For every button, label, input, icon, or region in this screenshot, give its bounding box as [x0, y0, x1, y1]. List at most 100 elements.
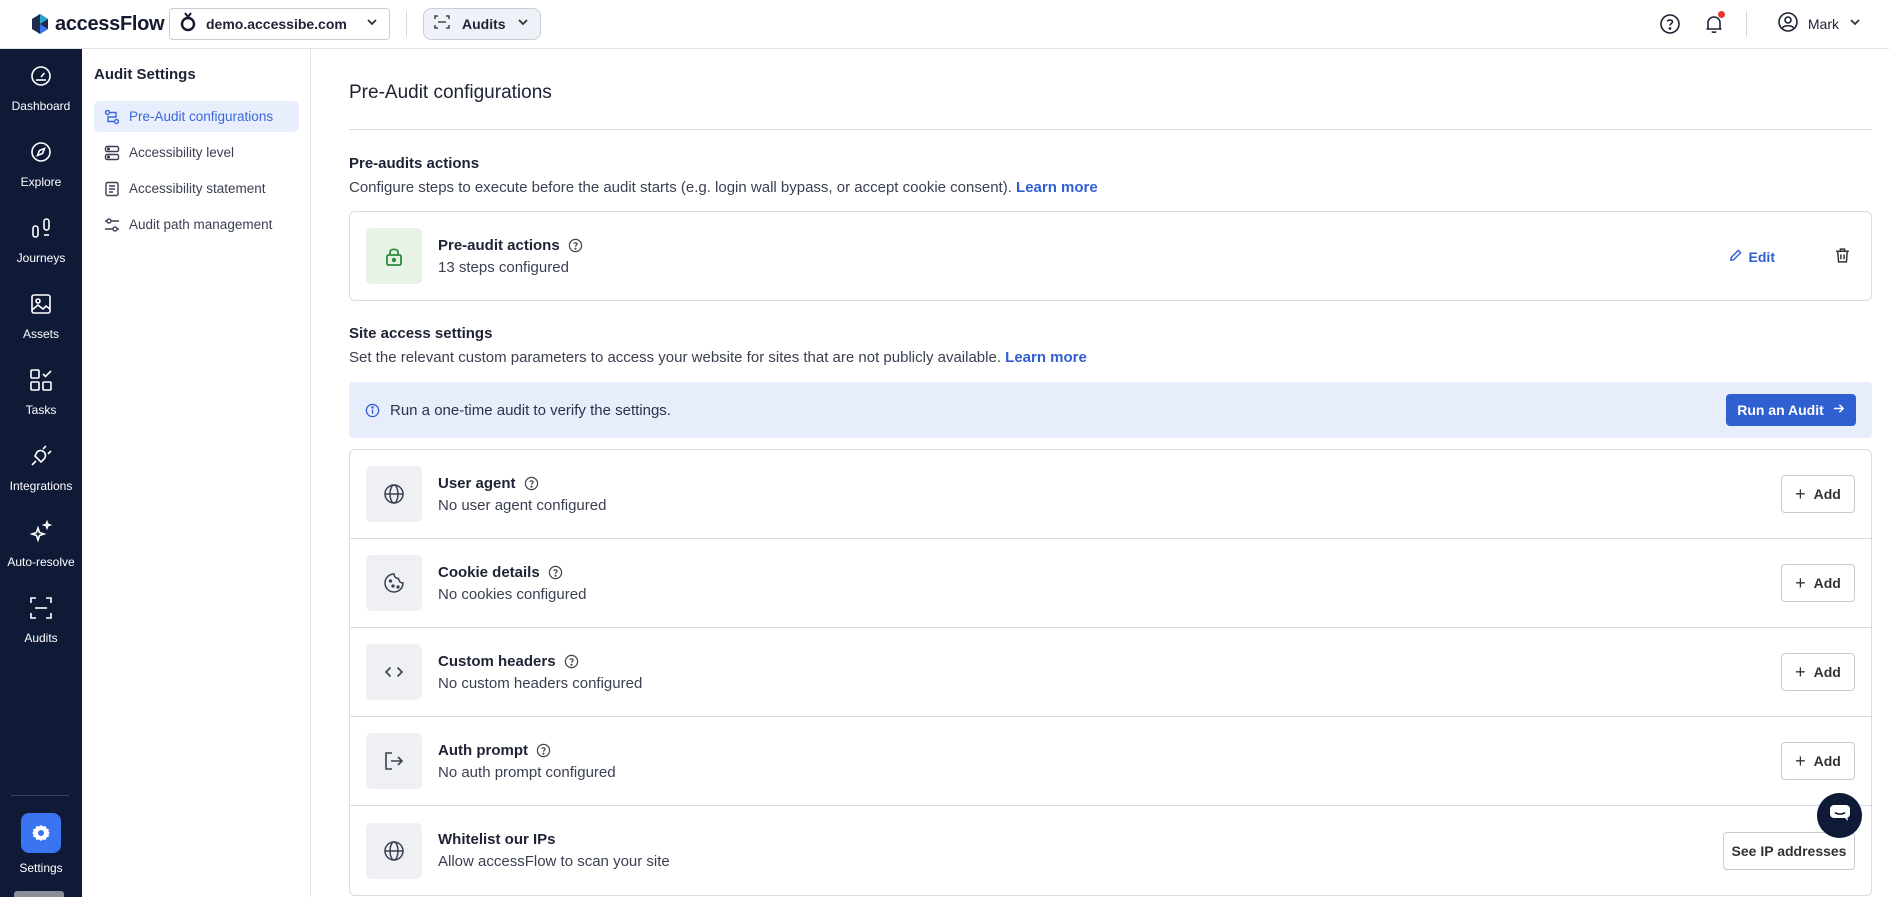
plus-icon: +: [1795, 573, 1806, 593]
row-title-text: Custom headers: [438, 652, 556, 670]
settings-submenu: Audit Settings Pre-Audit configurations …: [82, 49, 311, 897]
submenu-item-audit-path-management[interactable]: Audit path management: [94, 209, 299, 240]
nav-item-settings[interactable]: Settings: [0, 813, 82, 875]
row-title: Auth prompt: [438, 742, 616, 759]
add-label: Add: [1813, 486, 1841, 502]
primary-nav: Dashboard Explore Journeys Assets Tasks …: [0, 49, 82, 897]
brand-logo[interactable]: accessFlow: [30, 13, 165, 36]
nav-item-integrations[interactable]: Integrations: [0, 443, 82, 493]
learn-more-link[interactable]: Learn more: [1005, 349, 1087, 366]
row-title-text: Cookie details: [438, 563, 540, 581]
plug-icon: [0, 443, 82, 469]
help-icon[interactable]: [568, 238, 583, 253]
flow-icon: [104, 109, 120, 125]
pre-audit-actions-row: Pre-audit actions 13 steps configured Ed…: [350, 212, 1871, 300]
add-label: Add: [1813, 753, 1841, 769]
user-menu[interactable]: Mark: [1777, 11, 1862, 38]
scrollbar-thumb[interactable]: [14, 891, 64, 897]
edit-button[interactable]: Edit: [1728, 248, 1775, 266]
chat-button[interactable]: [1817, 793, 1862, 838]
top-bar: accessFlow demo.accessibe.com Audits Mar…: [0, 0, 1889, 49]
help-icon[interactable]: [564, 654, 579, 669]
submenu-item-accessibility-statement[interactable]: Accessibility statement: [94, 173, 299, 204]
section-description: Set the relevant custom parameters to ac…: [349, 349, 1087, 366]
row-text: User agent No user agent configured: [438, 475, 606, 514]
row-text: Whitelist our IPs Allow accessFlow to sc…: [438, 831, 670, 870]
auth-prompt-row: Auth prompt No auth prompt configured + …: [350, 717, 1871, 806]
nav-item-auto-resolve[interactable]: Auto-resolve: [0, 519, 82, 569]
globe-icon: [366, 822, 422, 879]
pre-audit-actions-card: Pre-audit actions 13 steps configured Ed…: [349, 211, 1872, 301]
plus-icon: +: [1795, 484, 1806, 504]
trash-icon[interactable]: [1834, 247, 1851, 269]
nav-label: Audits: [24, 631, 58, 645]
nav-item-audits[interactable]: Audits: [0, 595, 82, 645]
notification-dot: [1716, 10, 1726, 19]
divider: [1745, 11, 1747, 37]
add-label: Add: [1813, 664, 1841, 680]
nav-label: Settings: [19, 861, 63, 875]
add-user-agent-button[interactable]: + Add: [1781, 475, 1855, 513]
user-name: Mark: [1807, 16, 1839, 32]
lock-icon: [366, 228, 422, 284]
help-icon[interactable]: [1658, 12, 1682, 36]
help-icon[interactable]: [524, 476, 539, 491]
submenu-label: Accessibility level: [129, 145, 235, 160]
nav-item-journeys[interactable]: Journeys: [0, 215, 82, 265]
row-subtitle: No custom headers configured: [438, 674, 643, 692]
row-text: Custom headers No custom headers configu…: [438, 653, 642, 692]
product-name: Audits: [462, 16, 506, 32]
sliders-icon: [104, 217, 120, 233]
learn-more-link[interactable]: Learn more: [1016, 179, 1098, 196]
chevron-down-icon: [365, 15, 379, 34]
section-description: Configure steps to execute before the au…: [349, 179, 1098, 196]
bell-icon[interactable]: [1702, 10, 1726, 36]
add-auth-prompt-button[interactable]: + Add: [1781, 742, 1855, 780]
top-right-actions: Mark: [1658, 0, 1889, 48]
submenu-item-pre-audit-configurations[interactable]: Pre-Audit configurations: [94, 101, 299, 132]
submenu-item-accessibility-level[interactable]: Accessibility level: [94, 137, 299, 168]
site-name: demo.accessibe.com: [206, 16, 347, 32]
submenu-label: Pre-Audit configurations: [129, 109, 274, 124]
user-avatar-icon: [1777, 11, 1799, 38]
accessflow-logo-icon: [30, 13, 50, 35]
row-title: Cookie details: [438, 564, 586, 581]
row-title: Whitelist our IPs: [438, 831, 670, 848]
add-custom-header-button[interactable]: + Add: [1781, 653, 1855, 691]
help-icon[interactable]: [536, 743, 551, 758]
see-ip-label: See IP addresses: [1731, 842, 1847, 859]
row-subtitle: No user agent configured: [438, 496, 607, 514]
row-title: User agent: [438, 475, 606, 492]
row-title-text: User agent: [438, 474, 516, 492]
row-title-text: Pre-audit actions: [438, 236, 560, 254]
run-audit-button[interactable]: Run an Audit: [1726, 394, 1856, 426]
plus-icon: +: [1795, 751, 1806, 771]
nav-label: Integrations: [9, 479, 73, 493]
site-selector[interactable]: demo.accessibe.com: [169, 8, 390, 40]
run-audit-label: Run an Audit: [1737, 402, 1824, 418]
chat-icon: [1828, 803, 1852, 828]
row-title-text: Whitelist our IPs: [438, 831, 556, 848]
nav-item-explore[interactable]: Explore: [0, 139, 82, 189]
submenu-label: Accessibility statement: [129, 181, 266, 196]
cookie-icon: [366, 555, 422, 611]
nav-item-tasks[interactable]: Tasks: [0, 367, 82, 417]
nav-label: Auto-resolve: [7, 555, 75, 569]
product-selector[interactable]: Audits: [423, 8, 541, 40]
add-cookie-button[interactable]: + Add: [1781, 564, 1855, 602]
info-icon: [365, 403, 380, 418]
journey-icon: [0, 215, 82, 241]
chevron-down-icon: [1848, 15, 1862, 34]
help-icon[interactable]: [548, 565, 563, 580]
edit-label: Edit: [1748, 249, 1775, 265]
nav-item-assets[interactable]: Assets: [0, 291, 82, 341]
user-agent-row: User agent No user agent configured + Ad…: [350, 450, 1871, 539]
pencil-icon: [1728, 248, 1743, 266]
info-text: Run a one-time audit to verify the setti…: [390, 401, 671, 419]
plus-icon: +: [1795, 662, 1806, 682]
nav-label: Journeys: [16, 251, 66, 265]
image-icon: [0, 291, 82, 317]
nav-item-dashboard[interactable]: Dashboard: [0, 63, 82, 113]
section-title: Site access settings: [349, 325, 493, 342]
divider: [406, 11, 407, 37]
